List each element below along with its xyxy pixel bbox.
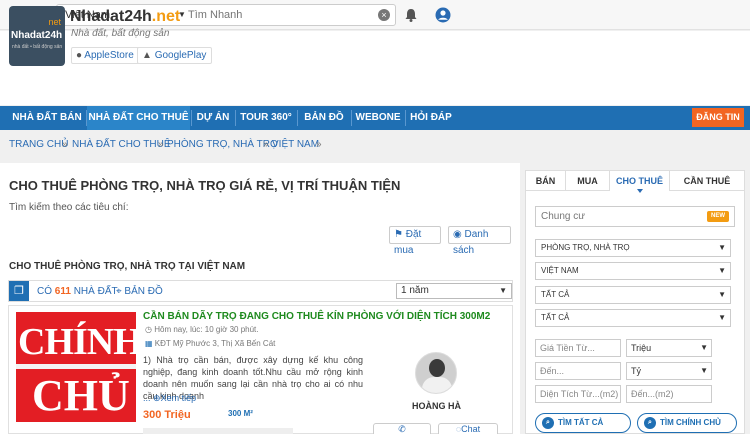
area-to-input[interactable]: Đến...(m2) (626, 385, 712, 403)
copy-icon: ❐ (9, 281, 29, 301)
listing-price: 300 Triệu (143, 409, 191, 421)
criteria-label: Tìm kiếm theo các tiêu chí: (9, 202, 129, 213)
district-select[interactable]: TẤT CẢ ▼ (535, 309, 731, 327)
listing-thumbnail[interactable]: CHÍNH CHỦ (16, 312, 136, 422)
country-filter-select[interactable]: VIỆT NAM ▼ (535, 262, 731, 280)
tab-ban[interactable]: BÁN (526, 171, 566, 191)
clear-icon[interactable]: × (378, 9, 390, 21)
keyword-input[interactable]: Chung cư NEW (535, 206, 735, 227)
brand-tagline: Nhà đất, bất động sản (71, 28, 170, 39)
area-from-input[interactable]: Diện Tích Từ...(m2) (535, 385, 621, 403)
tab-cho-thue[interactable]: CHO THUÊ (610, 171, 670, 193)
thumb-word: CHÍNH (18, 321, 136, 363)
nav-item-hoi-dap[interactable]: HỎI ĐÁP (406, 106, 456, 130)
map-link[interactable]: ⌖ BẢN ĐỒ (116, 286, 163, 297)
tab-mua[interactable]: MUA (566, 171, 610, 191)
breadcrumb-separator: » (158, 139, 164, 150)
avatar-head (429, 359, 445, 377)
caret-down-icon: ▼ (700, 343, 708, 352)
listing-title[interactable]: CẦN BÁN DÃY TRỌ ĐANG CHO THUÊ KÍN PHÒNG … (143, 311, 490, 322)
logo-net: net (48, 17, 61, 27)
eye-icon: ◉ (453, 229, 462, 240)
thumb-word: CHỦ (32, 371, 130, 420)
page-title: CHO THUÊ PHÒNG TRỌ, NHÀ TRỌ GIÁ RẺ, VỊ T… (9, 178, 401, 193)
nav-item-cho-thue[interactable]: NHÀ ĐẤT CHO THUÊ (87, 106, 190, 130)
breadcrumb-country[interactable]: VIỆT NAM (272, 139, 319, 150)
listing-location: ▦ KĐT Mỹ Phước 3, Thị Xã Bến Cát (145, 339, 276, 348)
list-view-button[interactable]: ◉ Danh sách (448, 226, 511, 256)
read-more-link[interactable]: ... ⊕Xem tiếp (143, 393, 196, 404)
search-owner-button[interactable]: ⌕ TÌM CHÍNH CHỦ (637, 413, 737, 433)
province-select[interactable]: TẤT CẢ ▼ (535, 286, 731, 304)
section-title: CHO THUÊ PHÒNG TRỌ, NHÀ TRỌ TẠI VIỆT NAM (9, 261, 246, 272)
logo-sub: nhà đất • bất động sản (12, 44, 63, 50)
caret-down-icon: ▼ (700, 366, 708, 375)
breadcrumb-room[interactable]: PHÒNG TRỌ, NHÀ TRỌ (167, 139, 278, 150)
caret-down-icon: ▼ (718, 243, 726, 252)
price-unit2-select[interactable]: Tỷ ▼ (626, 362, 712, 380)
seller-name[interactable]: HOÀNG HÀ (412, 401, 461, 411)
brand-area (0, 31, 750, 105)
breadcrumb-separator: » (316, 139, 322, 150)
user-account-icon[interactable] (435, 7, 451, 23)
android-icon: ▲ (142, 50, 152, 61)
brand-name: Nhadat24h.net (70, 8, 181, 25)
main-nav: NHÀ ĐẤT BÁN NHÀ ĐẤT CHO THUÊ DỰ ÁN TOUR … (0, 106, 750, 130)
map-marker-icon: ⌖ (116, 286, 122, 297)
property-type-select[interactable]: PHÒNG TRỌ, NHÀ TRỌ ▼ (535, 239, 731, 257)
apple-icon: ● (76, 50, 83, 61)
price-unit-select[interactable]: Triệu ▼ (626, 339, 712, 357)
plus-icon: ⊕ (153, 393, 161, 403)
nav-item-webone[interactable]: WEBONE (352, 106, 404, 130)
result-count: CÓ 611 NHÀ ĐẤT (37, 286, 118, 297)
search-icon: ⌕ (542, 417, 554, 429)
breadcrumb-home[interactable]: TRANG CHỦ (9, 139, 68, 150)
search-input[interactable] (188, 7, 368, 23)
flag-icon: ⚑ (394, 229, 403, 240)
breadcrumb-separator: » (263, 139, 269, 150)
caret-down-icon: ▼ (718, 266, 726, 275)
logo-name: Nhadat24h (11, 30, 63, 41)
caret-down-icon: ▼ (718, 290, 726, 299)
search-all-button[interactable]: ⌕ TÌM TẤT CẢ (535, 413, 631, 433)
caret-down-icon: ▼ (499, 286, 507, 295)
listing-area: 300 M² (228, 409, 253, 418)
bell-icon[interactable] (403, 7, 419, 23)
building-icon: ▦ (145, 339, 153, 348)
site-logo[interactable]: net Nhadat24h nhà đất • bất động sản (9, 6, 65, 66)
clock-icon: ◷ (145, 325, 152, 334)
post-listing-button[interactable]: ĐĂNG TIN (692, 108, 744, 127)
breadcrumb-rent[interactable]: NHÀ ĐẤT CHO THUÊ (72, 139, 171, 150)
price-from-input[interactable]: Giá Tiền Từ... (535, 339, 621, 357)
nav-item-tour[interactable]: TOUR 360° (236, 106, 296, 130)
nav-item-ban[interactable]: NHÀ ĐẤT BÁN (9, 106, 85, 130)
phone-icon: ✆ (398, 424, 406, 434)
tab-can-thue[interactable]: CẦN THUÊ (670, 171, 744, 191)
time-filter-select[interactable]: 1 năm ▼ (396, 283, 512, 299)
new-badge: NEW (707, 211, 729, 222)
nav-item-du-an[interactable]: DỰ ÁN (192, 106, 234, 130)
caret-down-icon: ▼ (718, 313, 726, 322)
chat-button[interactable]: ◌Chat (438, 423, 498, 434)
price-to-input[interactable]: Đến... (535, 362, 621, 380)
breadcrumb-separator: » (62, 139, 68, 150)
listing-time: ◷ Hôm nay, lúc: 10 giờ 30 phút. (145, 325, 259, 334)
avatar[interactable] (415, 352, 457, 394)
search-icon: ⌕ (644, 417, 656, 429)
avatar-body (422, 377, 452, 393)
listing-extra (143, 428, 293, 434)
apple-store-button[interactable]: ● AppleStore (71, 47, 140, 64)
call-button[interactable]: ✆ (373, 423, 431, 434)
google-play-button[interactable]: ▲ GooglePlay (137, 47, 213, 64)
subscribe-button[interactable]: ⚑ Đặt mua (389, 226, 441, 256)
nav-item-ban-do[interactable]: BẢN ĐỒ (298, 106, 350, 130)
